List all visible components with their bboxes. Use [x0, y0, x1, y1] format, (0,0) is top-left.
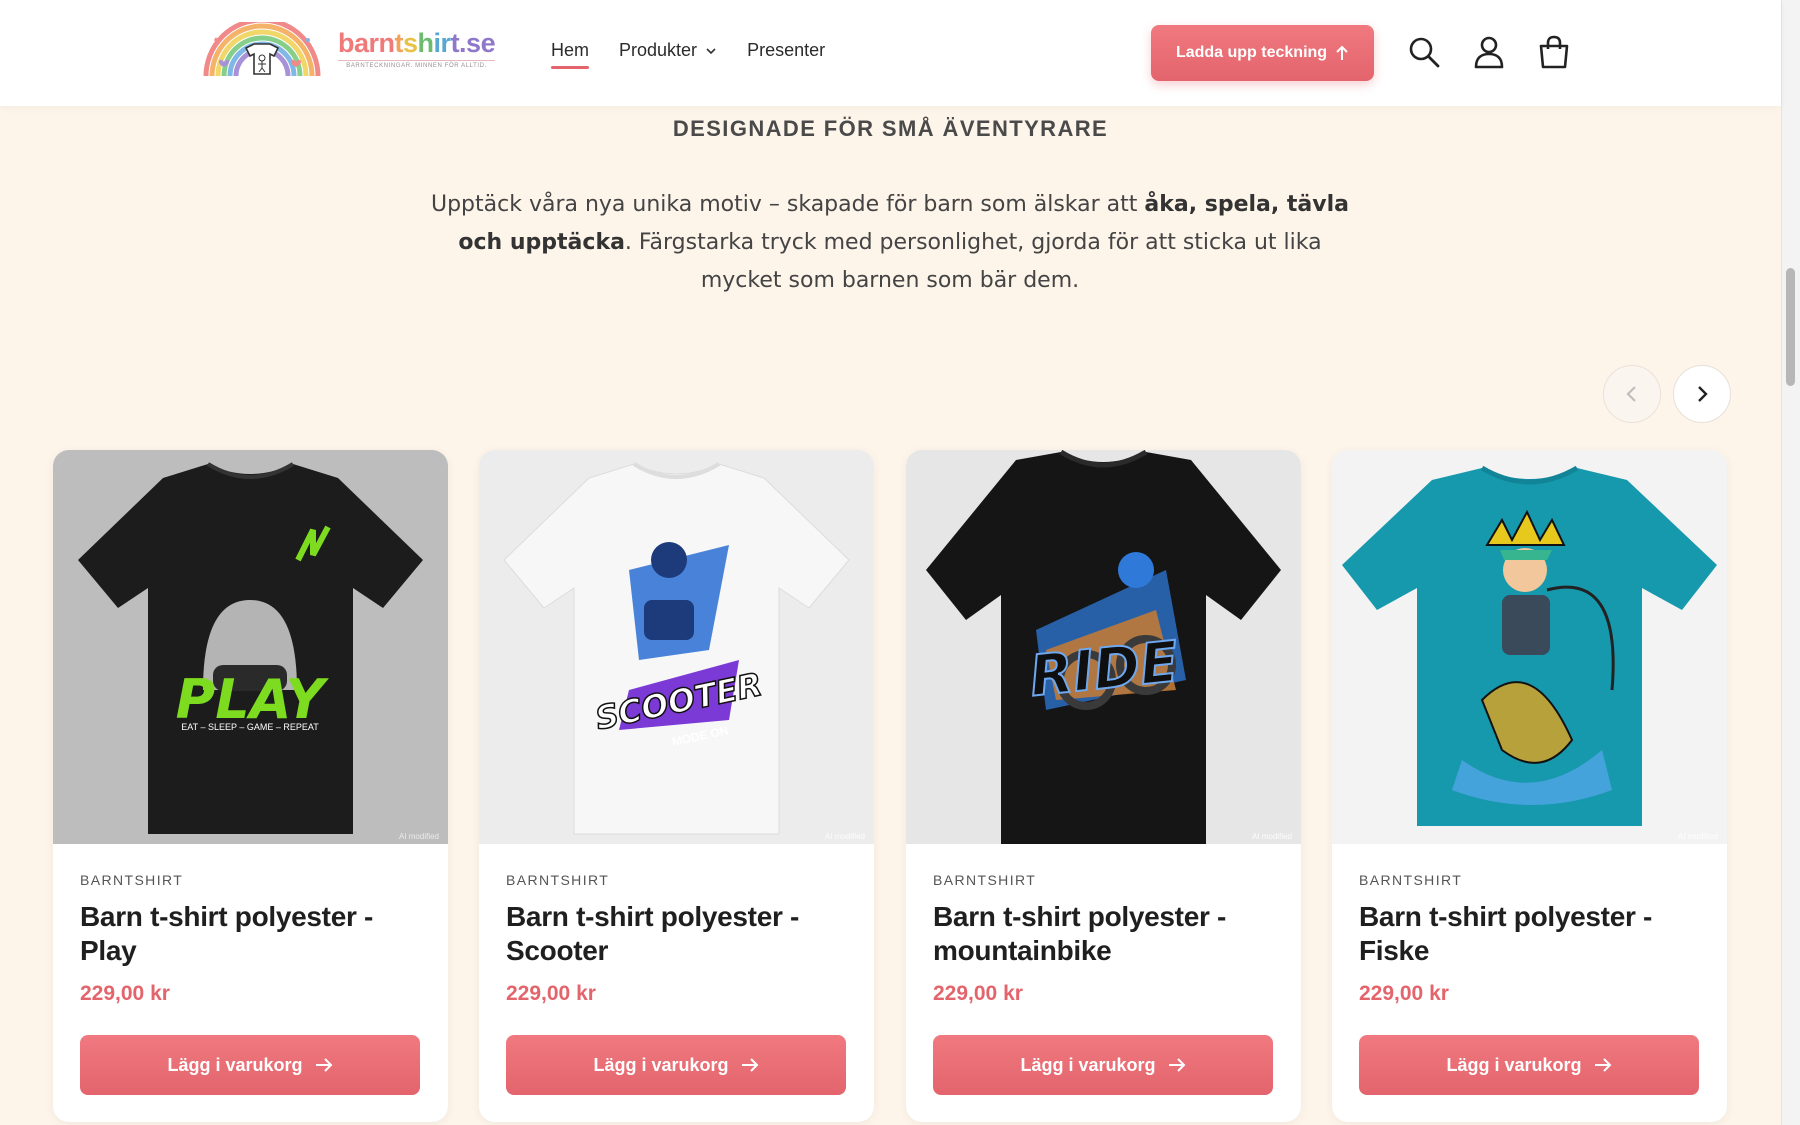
product-card[interactable]: AI modified BARNTSHIRT Barn t-shirt poly…: [1332, 450, 1727, 1122]
cart-icon[interactable]: [1536, 34, 1572, 70]
chevron-right-icon: [1698, 386, 1708, 402]
product-card[interactable]: SCOOTER MODE ON AI modified BARNTSHIRT B…: [479, 450, 874, 1122]
add-to-cart-button[interactable]: Lägg i varukorg: [80, 1035, 420, 1095]
product-title[interactable]: Barn t-shirt polyester - mountainbike: [933, 900, 1274, 968]
product-price: 229,00 kr: [933, 982, 1023, 1005]
product-title[interactable]: Barn t-shirt polyester - Scooter: [506, 900, 847, 968]
upload-drawing-label: Ladda upp teckning: [1175, 44, 1328, 61]
nav-item-presenter[interactable]: Presenter: [747, 40, 825, 61]
slider-prev-button[interactable]: [1603, 365, 1661, 423]
product-image[interactable]: RIDE AI modified: [906, 450, 1301, 844]
nav-item-hem[interactable]: Hem: [551, 40, 590, 69]
nav-item-label: Produkter: [619, 40, 698, 60]
tshirt-image: RIDE AI modified: [906, 450, 1301, 844]
add-to-cart-label: Lägg i varukorg: [1020, 1054, 1156, 1075]
arrow-up-icon: [1336, 45, 1348, 60]
tshirt-image: PLAY EAT – SLEEP – GAME – REPEAT AI modi…: [53, 450, 448, 844]
intro-text-part: Upptäck våra nya unika motiv – skapade f…: [430, 192, 1145, 217]
arrow-right-icon: [1168, 1058, 1185, 1072]
section-eyebrow: DESIGNADE FÖR SMÅ ÄVENTYRARE: [672, 116, 1109, 141]
slider-next-button[interactable]: [1673, 365, 1731, 423]
product-image[interactable]: AI modified: [1332, 450, 1727, 844]
main-nav: Hem Produkter Presenter: [551, 40, 855, 69]
svg-text:AI modified: AI modified: [825, 832, 865, 841]
product-brand: BARNTSHIRT: [80, 872, 184, 888]
product-price: 229,00 kr: [80, 982, 170, 1005]
product-brand: BARNTSHIRT: [933, 872, 1037, 888]
svg-text:AI modified: AI modified: [1678, 832, 1718, 841]
logo-tagline: BARNTECKNINGAR. MINNEN FÖR ALLTID.: [338, 59, 496, 69]
site-logo[interactable]: barntshirt.se BARNTECKNINGAR. MINNEN FÖR…: [200, 22, 496, 80]
scrollbar-thumb[interactable]: [1786, 268, 1795, 386]
add-to-cart-label: Lägg i varukorg: [167, 1054, 303, 1075]
rainbow-shirt-logo-icon: [203, 22, 321, 77]
svg-text:AI modified: AI modified: [1252, 832, 1292, 841]
product-info: BARNTSHIRT Barn t-shirt polyester - Scoo…: [479, 844, 874, 1095]
product-price: 229,00 kr: [506, 982, 596, 1005]
upload-drawing-button[interactable]: Ladda upp teckning: [1151, 25, 1374, 81]
logo-text-block: barntshirt.se BARNTECKNINGAR. MINNEN FÖR…: [338, 27, 496, 69]
logo-wordmark: barntshirt.se: [338, 27, 496, 58]
chevron-down-icon: [706, 47, 716, 54]
product-card[interactable]: RIDE AI modified BARNTSHIRT Barn t-shirt…: [906, 450, 1301, 1122]
product-brand: BARNTSHIRT: [506, 872, 610, 888]
section-intro-text: Upptäck våra nya unika motiv – skapade f…: [420, 186, 1360, 300]
arrow-right-icon: [315, 1058, 332, 1072]
add-to-cart-label: Lägg i varukorg: [1446, 1054, 1582, 1075]
tshirt-image: AI modified: [1332, 450, 1727, 844]
site-header: barntshirt.se BARNTECKNINGAR. MINNEN FÖR…: [0, 0, 1781, 106]
search-icon[interactable]: [1406, 34, 1442, 70]
product-title[interactable]: Barn t-shirt polyester - Play: [80, 900, 421, 968]
product-info: BARNTSHIRT Barn t-shirt polyester - Play…: [53, 844, 448, 1095]
motif-subtext: EAT – SLEEP – GAME – REPEAT: [181, 722, 319, 732]
add-to-cart-button[interactable]: Lägg i varukorg: [506, 1035, 846, 1095]
intro-text-part: . Färgstarka tryck med personlighet, gjo…: [624, 230, 1322, 293]
product-image[interactable]: SCOOTER MODE ON AI modified: [479, 450, 874, 844]
scrollbar-track[interactable]: [1781, 0, 1800, 1125]
product-info: BARNTSHIRT Barn t-shirt polyester - Fisk…: [1332, 844, 1727, 1095]
product-title[interactable]: Barn t-shirt polyester - Fiske: [1359, 900, 1700, 968]
add-to-cart-label: Lägg i varukorg: [593, 1054, 729, 1075]
page: barntshirt.se BARNTECKNINGAR. MINNEN FÖR…: [0, 0, 1800, 1125]
tshirt-image: SCOOTER MODE ON AI modified: [479, 450, 874, 844]
arrow-right-icon: [1594, 1058, 1611, 1072]
add-to-cart-button[interactable]: Lägg i varukorg: [1359, 1035, 1699, 1095]
product-brand: BARNTSHIRT: [1359, 872, 1463, 888]
product-price: 229,00 kr: [1359, 982, 1449, 1005]
product-info: BARNTSHIRT Barn t-shirt polyester - moun…: [906, 844, 1301, 1095]
chevron-left-icon: [1626, 386, 1636, 402]
nav-item-produkter[interactable]: Produkter: [619, 40, 717, 61]
add-to-cart-button[interactable]: Lägg i varukorg: [933, 1035, 1273, 1095]
product-card[interactable]: PLAY EAT – SLEEP – GAME – REPEAT AI modi…: [53, 450, 448, 1122]
svg-text:AI modified: AI modified: [399, 832, 439, 841]
product-image[interactable]: PLAY EAT – SLEEP – GAME – REPEAT AI modi…: [53, 450, 448, 844]
arrow-right-icon: [741, 1058, 758, 1072]
account-icon[interactable]: [1471, 34, 1507, 70]
